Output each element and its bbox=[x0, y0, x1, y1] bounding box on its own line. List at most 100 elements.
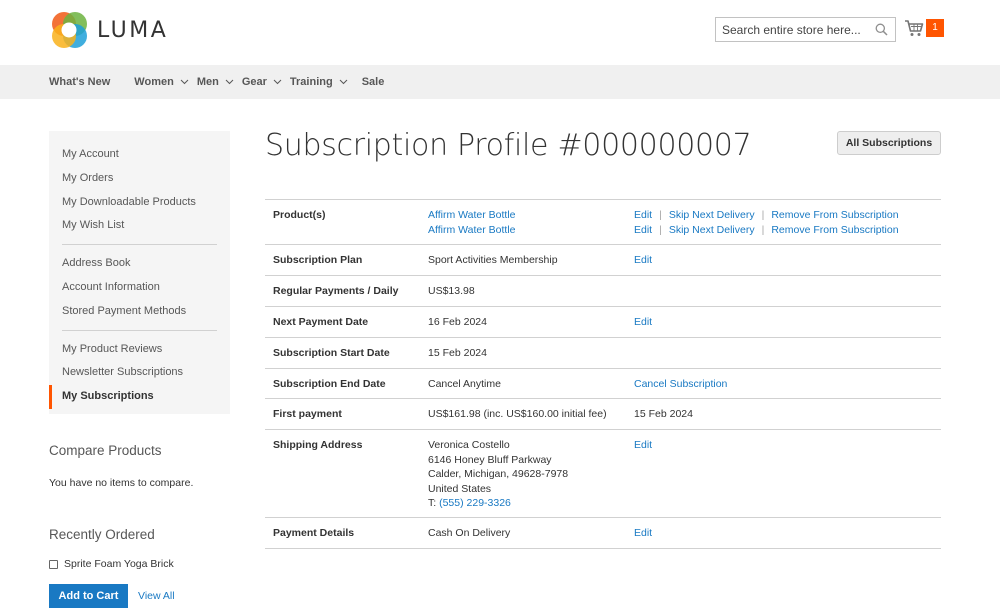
recently-ordered-item: Sprite Foam Yoga Brick bbox=[49, 558, 174, 570]
table-row-shipping-address: Shipping Address Veronica Costello 6146 … bbox=[265, 429, 941, 518]
table-row-regular-payments: Regular Payments / Daily US$13.98 bbox=[265, 275, 941, 307]
store-logo[interactable]: LUMA bbox=[50, 11, 168, 49]
table-row-end-date: Subscription End Date Cancel Anytime Can… bbox=[265, 368, 941, 399]
first-payment-date: 15 Feb 2024 bbox=[626, 398, 941, 430]
logo-wordmark: LUMA bbox=[97, 17, 169, 43]
skip-next-delivery-link[interactable]: Skip Next Delivery bbox=[669, 209, 755, 221]
row-value: Cancel Anytime bbox=[420, 368, 626, 399]
nav-label: Gear bbox=[241, 76, 267, 88]
recent-item-checkbox[interactable] bbox=[49, 559, 58, 569]
sidebar-item-my-orders[interactable]: My Orders bbox=[49, 167, 217, 191]
search-box bbox=[715, 17, 896, 42]
sidebar-item-wish-list[interactable]: My Wish List bbox=[49, 214, 217, 238]
table-row-plan: Subscription Plan Sport Activities Membe… bbox=[265, 244, 941, 276]
address-country: United States bbox=[428, 482, 492, 495]
sidebar-item-downloadable-products[interactable]: My Downloadable Products bbox=[49, 191, 217, 215]
sidebar-item-my-account[interactable]: My Account bbox=[49, 143, 217, 167]
sidebar-group-info: Address Book Account Information Stored … bbox=[49, 252, 230, 323]
separator: | bbox=[659, 209, 662, 221]
edit-product-link[interactable]: Edit bbox=[634, 224, 652, 236]
account-sidebar: My Account My Orders My Downloadable Pro… bbox=[49, 131, 230, 414]
row-label: First payment bbox=[265, 398, 420, 430]
edit-plan-link[interactable]: Edit bbox=[626, 244, 941, 276]
product-actions: Edit | Skip Next Delivery | Remove From Subs… bbox=[634, 208, 933, 223]
separator: | bbox=[761, 223, 765, 236]
edit-next-payment-link[interactable]: Edit bbox=[626, 306, 941, 338]
minicart[interactable]: 1 bbox=[904, 18, 944, 40]
chevron-down-icon bbox=[339, 79, 348, 85]
nav-item-whats-new[interactable]: What's New bbox=[49, 76, 110, 88]
main-navigation: What's New Women Men Gear Training Sale bbox=[0, 65, 1000, 99]
phone-link[interactable]: (555) 229-3326 bbox=[439, 497, 511, 509]
edit-shipping-link[interactable]: Edit bbox=[626, 429, 941, 518]
sidebar-divider bbox=[62, 244, 217, 246]
sidebar-item-account-information[interactable]: Account Information bbox=[49, 276, 217, 300]
subscription-profile-table: Product(s) Affirm Water Bottle Affirm Wa… bbox=[265, 199, 941, 549]
row-label: Regular Payments / Daily bbox=[265, 275, 420, 307]
nav-label: Training bbox=[289, 76, 333, 88]
table-row-first-payment: First payment US$161.98 (inc. US$160.00 … bbox=[265, 398, 941, 430]
nav-item-training[interactable]: Training bbox=[290, 76, 348, 88]
compare-empty-text: You have no items to compare. bbox=[49, 477, 194, 489]
recently-ordered-title: Recently Ordered bbox=[49, 527, 155, 542]
nav-list: What's New Women Men Gear Training Sale bbox=[49, 65, 392, 99]
add-to-cart-button[interactable]: Add to Cart bbox=[49, 584, 128, 608]
sidebar-item-stored-payment-methods[interactable]: Stored Payment Methods bbox=[49, 300, 217, 324]
product-actions-cell: Edit | Skip Next Delivery | Remove From Subs… bbox=[626, 199, 941, 245]
empty-cell bbox=[626, 337, 941, 369]
remove-from-subscription-link[interactable]: Remove From Subscription bbox=[771, 224, 898, 236]
row-label: Product(s) bbox=[265, 199, 420, 245]
skip-next-delivery-link[interactable]: Skip Next Delivery bbox=[669, 224, 755, 236]
edit-product-link[interactable]: Edit bbox=[634, 209, 652, 221]
site-header: LUMA 1 bbox=[0, 0, 1000, 65]
view-all-link[interactable]: View All bbox=[138, 590, 175, 602]
remove-from-subscription-link[interactable]: Remove From Subscription bbox=[771, 209, 898, 221]
row-label: Subscription Plan bbox=[265, 244, 420, 276]
row-value: 16 Feb 2024 bbox=[420, 306, 626, 338]
edit-payment-link[interactable]: Edit bbox=[626, 517, 941, 549]
row-value: 15 Feb 2024 bbox=[420, 337, 626, 369]
address-city: Calder, Michigan, 49628-7978 bbox=[428, 468, 569, 480]
cart-count-badge: 1 bbox=[926, 19, 944, 37]
nav-label: Men bbox=[196, 76, 219, 88]
nav-label: Sale bbox=[361, 76, 385, 88]
sidebar-item-newsletter-subscriptions[interactable]: Newsletter Subscriptions bbox=[49, 361, 217, 385]
search-input[interactable] bbox=[716, 18, 895, 41]
row-value: Sport Activities Membership bbox=[420, 244, 626, 276]
search-icon[interactable] bbox=[875, 23, 888, 36]
product-link[interactable]: Affirm Water Bottle bbox=[428, 208, 618, 223]
empty-cell bbox=[626, 275, 941, 307]
row-value: US$161.98 (inc. US$160.00 initial fee) bbox=[420, 398, 626, 430]
sidebar-group-account: My Account My Orders My Downloadable Pro… bbox=[49, 143, 230, 238]
table-row-products: Product(s) Affirm Water Bottle Affirm Wa… bbox=[265, 199, 941, 245]
products-cell: Affirm Water Bottle Affirm Water Bottle bbox=[420, 199, 626, 245]
cart-icon[interactable] bbox=[904, 19, 924, 37]
nav-item-gear[interactable]: Gear bbox=[242, 76, 282, 88]
address-phone: T: (555) 229-3326 bbox=[428, 496, 618, 511]
all-subscriptions-button[interactable]: All Subscriptions bbox=[837, 131, 941, 155]
row-label: Subscription Start Date bbox=[265, 337, 420, 369]
product-link[interactable]: Affirm Water Bottle bbox=[428, 223, 618, 238]
sidebar-divider bbox=[62, 329, 217, 331]
phone-prefix: T: bbox=[428, 497, 440, 509]
separator: | bbox=[659, 223, 662, 236]
row-label: Next Payment Date bbox=[265, 306, 420, 338]
nav-label: Women bbox=[134, 76, 174, 88]
row-label: Shipping Address bbox=[265, 429, 420, 518]
product-actions: Edit | Skip Next Delivery | Remove From Subs… bbox=[634, 223, 933, 238]
nav-item-sale[interactable]: Sale bbox=[362, 76, 385, 88]
sidebar-item-product-reviews[interactable]: My Product Reviews bbox=[49, 338, 217, 362]
separator: | bbox=[761, 209, 765, 221]
row-label: Payment Details bbox=[265, 517, 420, 549]
cancel-subscription-link[interactable]: Cancel Subscription bbox=[626, 368, 941, 399]
nav-item-men[interactable]: Men bbox=[197, 76, 234, 88]
row-value: US$13.98 bbox=[420, 275, 626, 307]
sidebar-item-address-book[interactable]: Address Book bbox=[49, 252, 217, 276]
row-label: Subscription End Date bbox=[265, 368, 420, 399]
compare-products-title: Compare Products bbox=[49, 443, 162, 458]
chevron-down-icon bbox=[180, 79, 189, 85]
address-name: Veronica Costello bbox=[428, 439, 510, 451]
sidebar-item-my-subscriptions[interactable]: My Subscriptions bbox=[49, 385, 217, 409]
nav-item-women[interactable]: Women bbox=[134, 76, 189, 88]
recent-item-name: Sprite Foam Yoga Brick bbox=[64, 558, 174, 570]
